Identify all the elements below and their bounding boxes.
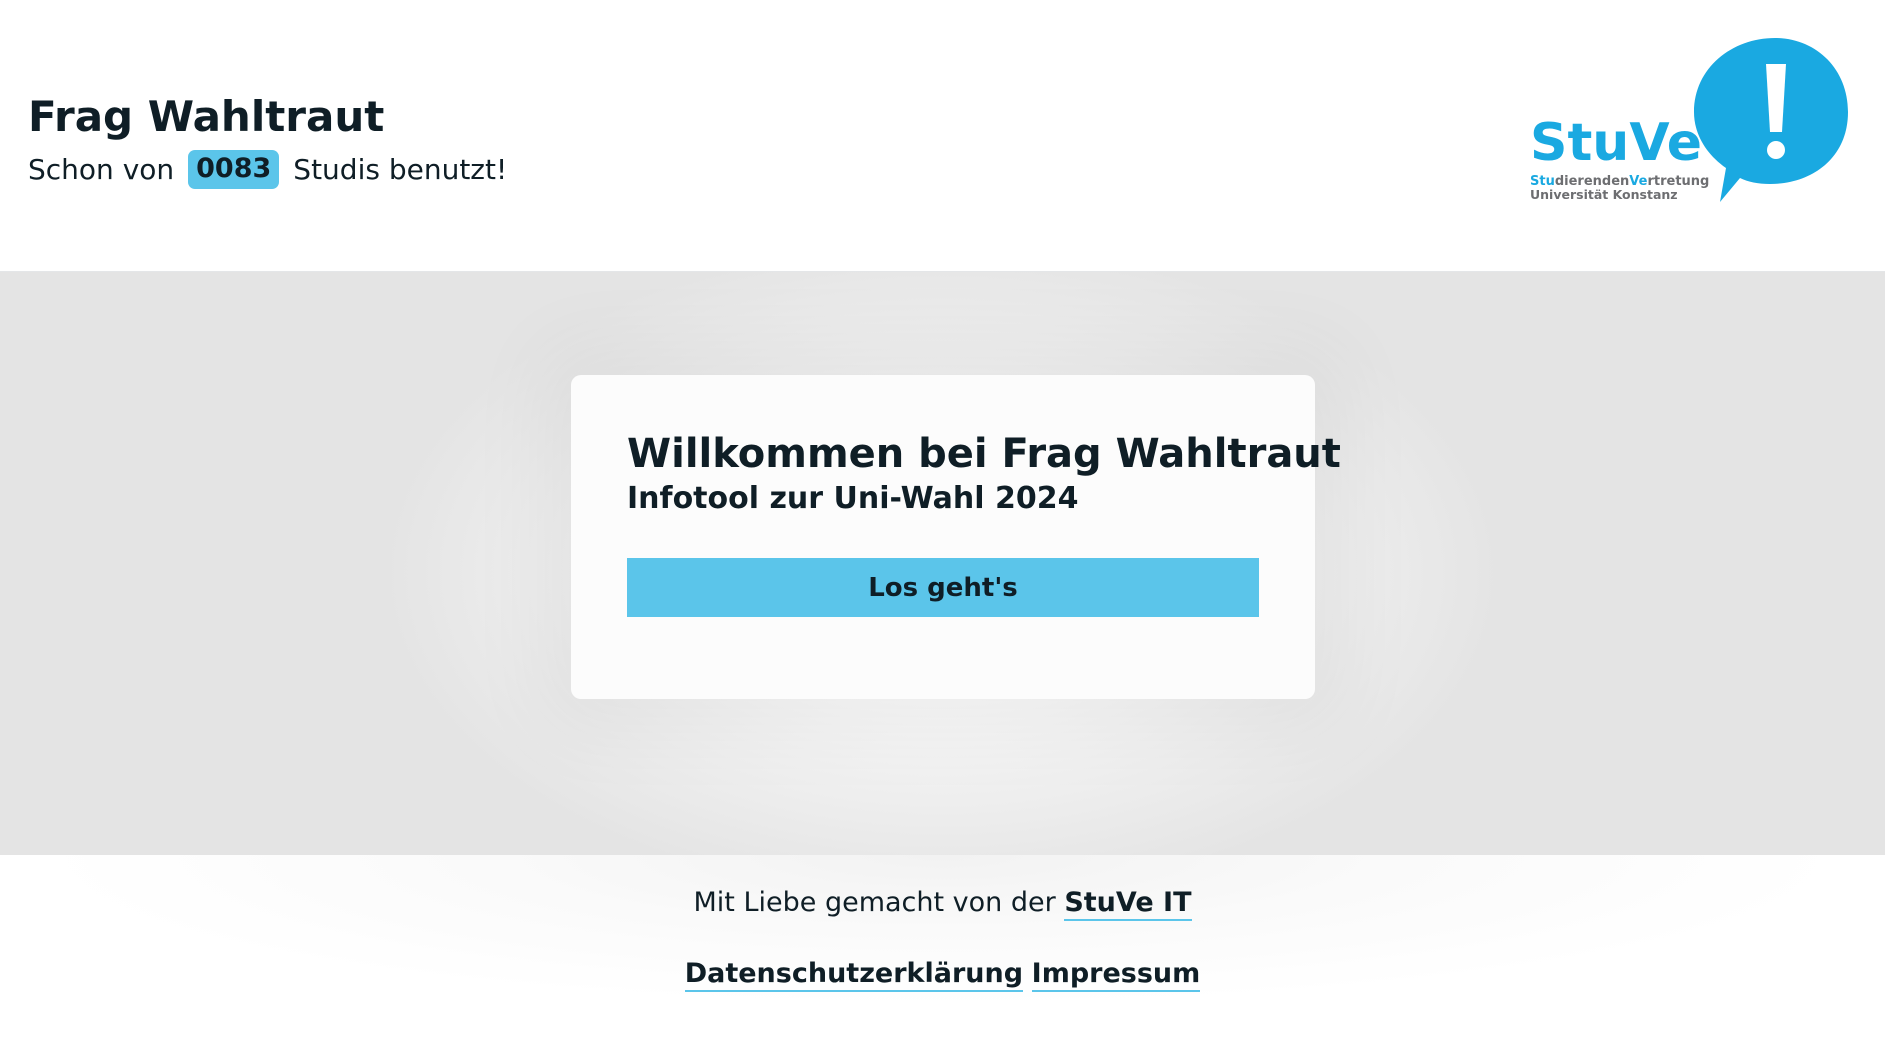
imprint-link[interactable]: Impressum	[1031, 958, 1201, 992]
privacy-policy-link[interactable]: Datenschutzerklärung	[684, 958, 1024, 992]
start-button[interactable]: Los geht's	[627, 558, 1259, 617]
exclamation-dot-icon	[1767, 141, 1785, 159]
made-by-line: Mit Liebe gemacht von der StuVe IT	[0, 887, 1885, 921]
usage-suffix: Studis benutzt!	[293, 153, 508, 186]
logo-wordmark: StuVe	[1530, 113, 1702, 173]
welcome-card: Willkommen bei Frag Wahltraut Infotool z…	[571, 375, 1341, 699]
welcome-subtitle: Infotool zur Uni-Wahl 2024	[627, 481, 1079, 516]
made-by-text: Mit Liebe gemacht von der	[693, 887, 1056, 918]
usage-counter-line: Schon von 0083 Studis benutzt!	[28, 150, 507, 189]
legal-links: Datenschutzerklärung Impressum	[0, 958, 1885, 992]
site-footer: Mit Liebe gemacht von der StuVe IT Daten…	[0, 855, 1885, 1049]
welcome-title: Willkommen bei Frag Wahltraut	[627, 431, 1341, 477]
site-header: Frag Wahltraut Schon von 0083 Studis ben…	[0, 0, 1885, 272]
main-area: Willkommen bei Frag Wahltraut Infotool z…	[0, 272, 1885, 855]
stuve-it-link[interactable]: StuVe IT	[1064, 887, 1192, 921]
usage-counter-badge: 0083	[188, 150, 280, 189]
usage-prefix: Schon von	[28, 153, 175, 186]
logo-line2: Universität Konstanz	[1530, 187, 1678, 202]
stuve-logo[interactable]: StuVe StudierendenVertretung Universität…	[1530, 36, 1850, 206]
site-title: Frag Wahltraut	[28, 92, 385, 141]
